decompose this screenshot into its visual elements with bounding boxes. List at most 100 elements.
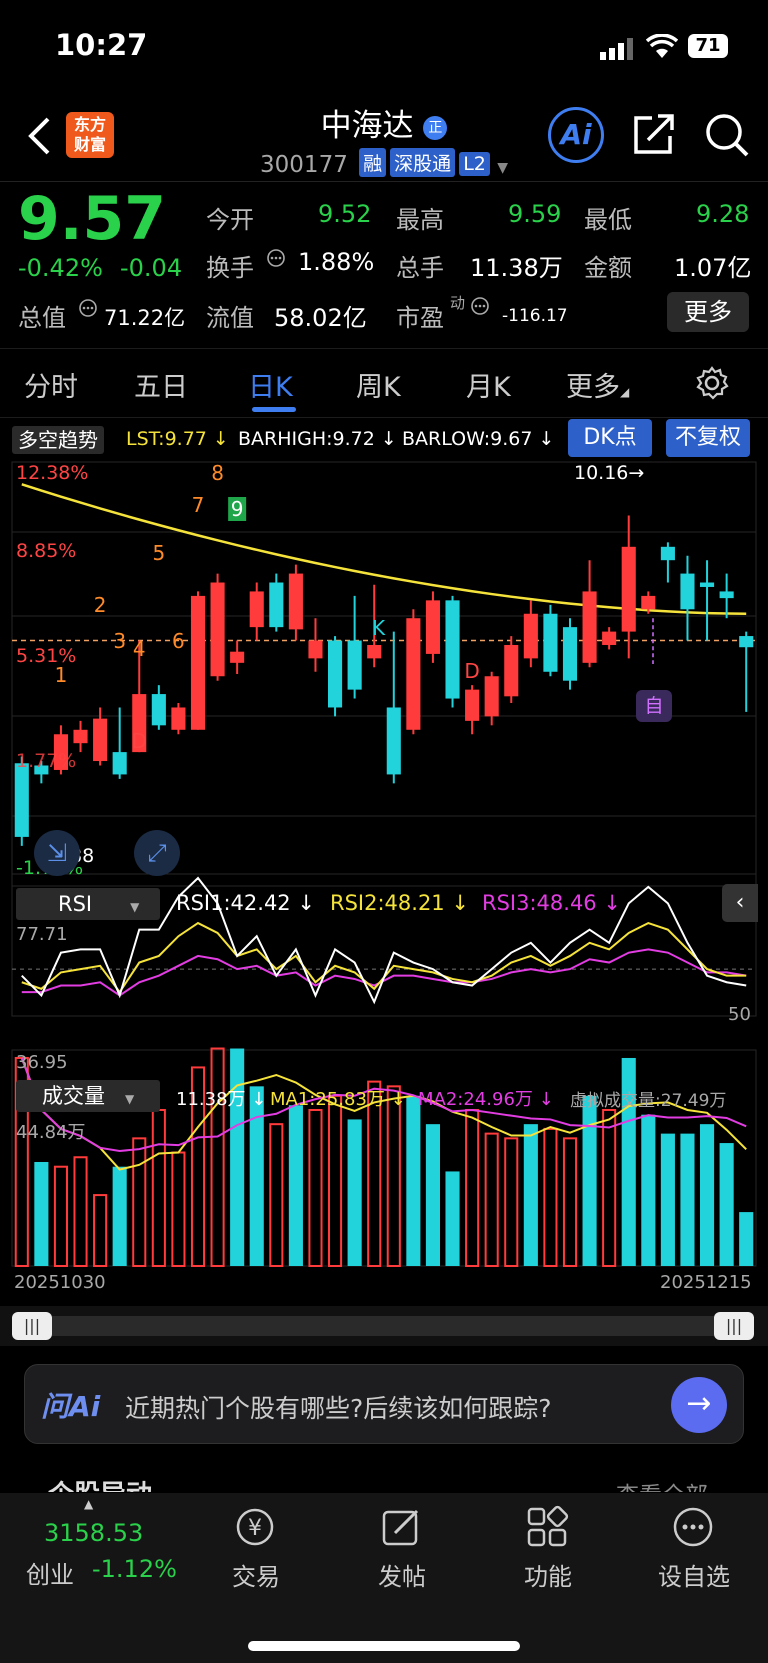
volume-value: 11.38万 <box>470 254 563 282</box>
tab-watchlist-label: 设自选 <box>658 1563 730 1591</box>
rsi-max: 77.71 <box>16 924 68 945</box>
expand-icon[interactable]: ⤢ <box>134 830 180 876</box>
d-mark: D <box>132 729 147 753</box>
tab-trade[interactable]: ¥ 交易 <box>186 1493 326 1592</box>
ai-button[interactable]: Ai <box>548 107 604 163</box>
index-value[interactable]: 3158.53 <box>44 1519 143 1547</box>
candle-body <box>269 582 284 628</box>
ai-brand: 问Ai <box>41 1390 101 1423</box>
rsi3-value: RSI3:48.46 ↓ <box>482 891 621 915</box>
volume-current: 11.38万 ↓ <box>176 1089 267 1110</box>
volume-bar <box>328 1094 343 1267</box>
volume-bar <box>112 1166 127 1266</box>
tag-l2: L2 <box>459 152 490 176</box>
tab-monthly-k[interactable]: 月K <box>466 365 511 404</box>
rsi-selector[interactable]: RSI ▼ <box>16 888 160 920</box>
volume-bar <box>386 1085 401 1267</box>
volume-bar <box>484 1132 499 1268</box>
tag-connect: 深股通 <box>390 148 456 177</box>
volume-selector[interactable]: 成交量 ▼ <box>16 1080 160 1112</box>
pct-mid: 8.85% <box>16 540 77 562</box>
scroller-track <box>30 1316 730 1336</box>
tab-post[interactable]: 发帖 <box>332 1493 472 1592</box>
stock-name-text: 中海达 <box>320 108 414 144</box>
candle-body <box>523 613 538 659</box>
scroller-right-handle[interactable]: ||| <box>714 1312 754 1340</box>
volume-bar <box>73 1156 88 1268</box>
amount-label: 金额 <box>584 254 632 282</box>
volume-ma1-text: MA1:25.83万 <box>270 1089 385 1110</box>
index-name[interactable]: 创业 <box>26 1555 74 1590</box>
end-date: 20251215 <box>660 1272 752 1293</box>
pe-value: -116.17 <box>502 306 568 326</box>
td-count-mark: 7 <box>192 493 205 517</box>
more-dots-icon <box>673 1507 713 1547</box>
corner-triangle-icon: ◢ <box>620 385 630 399</box>
status-bar: 10:27 71 <box>0 0 768 90</box>
tab-post-label: 发帖 <box>378 1563 426 1591</box>
verified-icon: 正 <box>423 116 448 140</box>
volume-bar <box>171 1151 186 1268</box>
candle-body <box>73 729 88 744</box>
candle-body <box>190 595 206 730</box>
info-icon[interactable] <box>470 296 490 320</box>
ai-prompt-text: 近期热门个股有哪些?后续该如何跟踪? <box>125 1394 552 1423</box>
candle-body <box>249 591 264 628</box>
kline-chart[interactable]: 123 456789DD <box>0 416 768 1296</box>
max-price-label: 10.16→ <box>574 462 645 484</box>
pct-top: 12.38% <box>16 462 89 484</box>
collapse-panel-icon[interactable]: ‹ <box>722 884 758 922</box>
search-icon[interactable] <box>704 112 750 162</box>
turnover-label: 换手 <box>206 254 254 282</box>
info-icon[interactable] <box>266 248 286 272</box>
section-more-peek[interactable]: 查看全部 <box>616 1476 708 1492</box>
rsi2-text: RSI2:48.21 <box>330 891 445 915</box>
candle-body <box>425 600 440 654</box>
info-icon[interactable] <box>78 298 98 322</box>
tab-five-day[interactable]: 五日 <box>134 365 188 404</box>
volume-bar <box>288 1105 303 1266</box>
volume-bar <box>249 1086 264 1266</box>
pe-sup: 动 <box>450 294 466 312</box>
pct-low: 5.31% <box>16 645 77 667</box>
pct-fourth: 1.77% <box>16 750 77 772</box>
self-mark[interactable]: 自 <box>636 690 672 722</box>
candle-body <box>151 694 166 726</box>
tab-weekly-k[interactable]: 周K <box>356 365 401 404</box>
ai-question-bar[interactable]: 问Ai 近期热门个股有哪些?后续该如何跟踪? → <box>24 1364 744 1444</box>
tab-functions[interactable]: 功能 <box>478 1493 618 1592</box>
volume-bar <box>210 1047 225 1268</box>
scroller-left-handle[interactable]: ||| <box>12 1312 52 1340</box>
stock-header: 东方 财富 中海达 正 300177 融深股通 L2 ▼ Ai <box>0 90 768 180</box>
index-change[interactable]: -1.12% <box>92 1555 177 1583</box>
quote-panel: 9.57 -0.42% -0.04 今开 9.52 最高 9.59 最低 9.2… <box>0 181 768 347</box>
amount-value: 1.07亿 <box>674 254 752 282</box>
volume-max: 44.84万 <box>16 1122 86 1143</box>
tab-intraday[interactable]: 分时 <box>24 365 78 404</box>
collapse-icon[interactable]: ⇲ <box>34 830 80 876</box>
rsi2-value: RSI2:48.21 ↓ <box>330 891 469 915</box>
volume-bar <box>739 1212 754 1266</box>
low-label: 最低 <box>584 206 632 234</box>
volume-bar <box>680 1133 695 1266</box>
tab-watchlist[interactable]: 设自选 <box>624 1493 764 1592</box>
candle-body <box>504 644 519 697</box>
candle-body <box>621 546 636 632</box>
more-button[interactable]: 更多 <box>667 292 749 332</box>
volume-bar <box>425 1124 440 1266</box>
settings-gear-icon[interactable] <box>694 365 730 405</box>
candle-body <box>602 631 617 645</box>
share-icon[interactable] <box>632 112 676 160</box>
low-value: 9.28 <box>696 200 750 228</box>
range-scroller[interactable]: ||| ||| <box>0 1306 768 1346</box>
virtual-volume: 虚拟成交量:27.49万 <box>570 1091 727 1111</box>
tab-more[interactable]: 更多◢ <box>566 365 629 404</box>
td-count-mark: 6 <box>172 629 185 653</box>
tab-daily-k[interactable]: 日K <box>248 365 293 404</box>
arrow-right-icon[interactable]: → <box>671 1377 727 1433</box>
volume-selector-label: 成交量 <box>42 1084 105 1108</box>
volume-bar <box>543 1127 558 1267</box>
pe-label: 市盈 <box>396 304 444 332</box>
home-indicator <box>248 1641 520 1651</box>
candle-body <box>14 763 29 837</box>
